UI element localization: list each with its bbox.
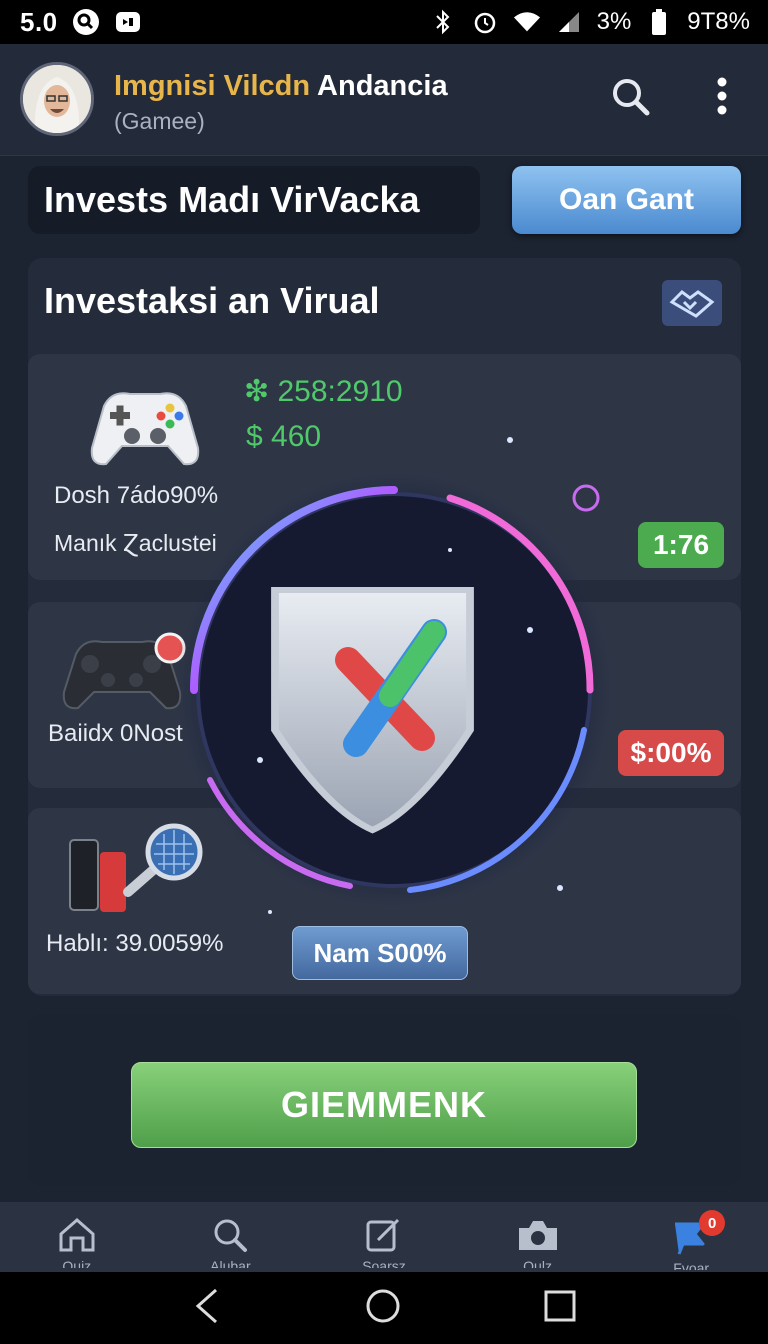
camera-icon: [518, 1221, 557, 1250]
search-icon: [613, 79, 650, 116]
nav-label: Oulz: [523, 1258, 552, 1268]
handshake-icon[interactable]: [662, 280, 722, 326]
card-3-badge: Nam S00%: [292, 926, 468, 980]
gamepad-black-icon: [62, 620, 192, 721]
nav-item-search[interactable]: Alubar: [190, 1216, 270, 1268]
status-bar: 5.0 3% 9T8%: [0, 0, 768, 44]
app-title: Imgnisi Vilcdn Andancia: [114, 70, 448, 103]
search-button[interactable]: [606, 72, 654, 120]
more-vertical-icon: [717, 77, 727, 115]
nav-item-camera[interactable]: Oulz: [498, 1216, 578, 1268]
battery-icon: [645, 8, 673, 36]
bluetooth-icon: [429, 8, 457, 36]
status-extra: 9T8%: [687, 8, 750, 35]
card-1-badge: 1:76: [638, 522, 724, 568]
cta-button[interactable]: GIEMMENK: [131, 1062, 637, 1148]
gamepad-white-icon: [86, 376, 204, 477]
notification-badge: 0: [699, 1210, 726, 1236]
card-1-line-2: Manık Ɀaclustei: [54, 530, 217, 556]
edit-icon: [366, 1218, 400, 1252]
battery-percent: 3%: [596, 8, 632, 35]
wifi-icon: [513, 8, 541, 36]
app-subtitle: (Gamee): [114, 108, 205, 134]
section-title: Invests Madı VirVacka: [28, 166, 480, 234]
recents-icon: [544, 1290, 576, 1321]
home-circle-icon: [366, 1289, 400, 1322]
alarm-icon: [471, 8, 499, 36]
message-icon: [114, 8, 142, 36]
primary-action-button[interactable]: Oan Gant: [512, 166, 741, 234]
nav-label: Soarsz: [362, 1258, 406, 1268]
investment-card-2[interactable]: Baiidx 0Nost $:00%: [28, 602, 741, 788]
app-header: Imgnisi Vilcdn Andancia (Gamee): [0, 44, 768, 156]
card-2-badge: $:00%: [618, 730, 724, 776]
investment-card-3[interactable]: Hablı: 39.0059% Nam S00%: [28, 808, 741, 994]
nav-label: Ouiz: [62, 1258, 92, 1268]
home-icon: [59, 1218, 95, 1252]
search-app-icon: [72, 8, 100, 36]
investment-card-1[interactable]: ❇ 258:2910 $ 460 Dosh 7ádo90% Manık Ɀacl…: [28, 354, 741, 580]
phone-magnifier-icon: [64, 822, 214, 923]
home-system-button[interactable]: [365, 1288, 401, 1329]
more-menu-button[interactable]: [698, 72, 746, 120]
back-button[interactable]: [192, 1288, 222, 1329]
card-1-value-2: $ 460: [246, 420, 322, 453]
nav-label: Fvoar: [673, 1260, 710, 1270]
nav-label: Alubar: [210, 1258, 251, 1268]
system-navigation: [0, 1272, 768, 1344]
signal-icon: [555, 8, 583, 36]
nav-item-home[interactable]: Ouiz: [37, 1216, 117, 1268]
card-2-line-1: Baiidx 0Nost: [48, 720, 183, 747]
card-3-line-1: Hablı: 39.0059%: [46, 930, 224, 957]
bottom-navigation: Ouiz Alubar Soarsz Oulz 0 Fvoar: [0, 1202, 768, 1272]
card-1-value-1: ❇ 258:2910: [244, 375, 403, 408]
app-title-highlight: Imgnisi Vilcdn: [114, 70, 311, 102]
panel-title: Investaksi an Virual: [44, 280, 380, 321]
app-title-rest: Andancia: [317, 70, 448, 102]
card-1-line-1: Dosh 7ádo90%: [54, 482, 219, 509]
avatar[interactable]: [20, 62, 94, 136]
status-time: 5.0: [20, 6, 58, 37]
back-icon: [195, 1288, 217, 1323]
nav-item-flag[interactable]: 0 Fvoar: [651, 1210, 731, 1270]
search-icon: [214, 1219, 248, 1252]
recents-button[interactable]: [544, 1290, 576, 1327]
nav-item-edit[interactable]: Soarsz: [344, 1216, 424, 1268]
